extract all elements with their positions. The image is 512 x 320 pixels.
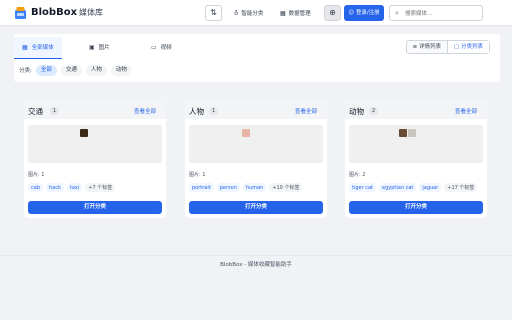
tab-videos-label: 视频 xyxy=(160,45,172,51)
tag[interactable]: human xyxy=(242,183,267,192)
add-button[interactable]: ⊕ xyxy=(324,5,341,21)
tag-list: portrait person human +10 个标签 xyxy=(189,183,305,192)
filter-chip-traffic[interactable]: 交通 xyxy=(60,64,82,76)
thumbnail-image[interactable] xyxy=(399,129,407,137)
footer-divider xyxy=(0,255,512,256)
thumbnail-strip xyxy=(28,125,162,163)
search-box[interactable]: ⌕ xyxy=(389,5,483,21)
brand-title[interactable]: BlobBox 媒体库 xyxy=(31,7,103,18)
category-card-traffic: 交通 1 查看全部 图片: 1 cab hack taxi +7 个标签 打开分… xyxy=(24,101,166,218)
media-tabs-panel: ▦ 全部媒体 ▣ 图片 ▭ 视频 ≡ 详情列表 ▢ 分类列表 分类: 全部 交通 人物… xyxy=(14,34,500,82)
logo-box-icon xyxy=(15,7,26,19)
category-card-people: 人物 1 查看全部 图片: 1 portrait person human +1… xyxy=(185,101,327,218)
tab-all-media-label: 全部媒体 xyxy=(31,45,54,51)
lightbulb-icon: ♁ xyxy=(234,10,239,17)
category-filter: 分类: 全部 交通 人物 动物 xyxy=(19,64,136,76)
card-header: 人物 1 查看全部 xyxy=(185,101,327,119)
open-category-button[interactable]: 打开分类 xyxy=(28,201,162,214)
grid-icon: ▦ xyxy=(22,44,28,51)
top-header: BlobBox 媒体库 ⇅ ♁ 智能分类 ▦ 数据管理 ⊕ ☺ 登录/注册 ⌕ xyxy=(0,0,512,26)
tag[interactable]: portrait xyxy=(189,183,214,192)
thumbnail-image[interactable] xyxy=(80,129,88,137)
more-tags-badge: +10 个标签 xyxy=(269,183,303,192)
tab-images-label: 图片 xyxy=(98,45,110,51)
image-icon: ▣ xyxy=(89,44,95,51)
card-header: 交通 1 查看全部 xyxy=(24,101,166,119)
card-title: 动物 xyxy=(349,107,364,116)
user-icon: ☺ xyxy=(348,10,355,16)
category-card-animals: 动物 2 查看全部 图片: 2 tiger cat egyptian cat j… xyxy=(345,101,487,218)
more-tags-badge: +17 个标签 xyxy=(444,183,478,192)
category-list-button[interactable]: ▢ 分类列表 xyxy=(447,41,489,53)
card-header: 动物 2 查看全部 xyxy=(345,101,487,119)
open-category-button[interactable]: 打开分类 xyxy=(349,201,483,214)
detail-list-button[interactable]: ≡ 详情列表 xyxy=(407,41,447,53)
card-count-badge: 1 xyxy=(209,107,219,115)
grid-icon: ▦ xyxy=(280,10,286,17)
filter-chip-people[interactable]: 人物 xyxy=(85,64,107,76)
tag[interactable]: cab xyxy=(28,183,43,192)
tab-images[interactable]: ▣ 图片 xyxy=(89,37,110,59)
list-icon: ≡ xyxy=(412,44,418,50)
thumbnail-strip xyxy=(349,125,483,163)
plus-circle-icon: ⊕ xyxy=(329,8,336,17)
tab-videos[interactable]: ▭ 视频 xyxy=(151,37,172,59)
nav-data-management-label: 数据管理 xyxy=(288,11,311,17)
view-all-link[interactable]: 查看全部 xyxy=(295,107,317,115)
nav-smart-classify-label: 智能分类 xyxy=(241,11,264,17)
category-list-label: 分类列表 xyxy=(460,44,483,50)
thumbnail-strip xyxy=(189,125,323,163)
tag[interactable]: person xyxy=(216,183,240,192)
detail-list-label: 详情列表 xyxy=(419,44,442,50)
search-icon: ⌕ xyxy=(395,9,399,17)
tag[interactable]: hack xyxy=(46,183,64,192)
thumbnail-image[interactable] xyxy=(242,129,250,137)
view-all-link[interactable]: 查看全部 xyxy=(455,107,477,115)
tag[interactable]: tiger cat xyxy=(349,183,377,192)
card-title: 人物 xyxy=(189,107,204,116)
image-count: 图片: 2 xyxy=(349,172,366,178)
filter-label: 分类: xyxy=(19,68,32,74)
filter-chip-all[interactable]: 全部 xyxy=(35,64,57,76)
card-count-badge: 2 xyxy=(369,107,379,115)
tag-list: tiger cat egyptian cat jaguar +17 个标签 xyxy=(349,183,480,192)
image-count: 图片: 1 xyxy=(28,172,45,178)
card-title: 交通 xyxy=(28,107,43,116)
tag[interactable]: egyptian cat xyxy=(379,183,417,192)
view-toggle: ≡ 详情列表 ▢ 分类列表 xyxy=(405,40,490,54)
sort-arrows-icon: ⇅ xyxy=(210,8,217,17)
tab-all-media[interactable]: ▦ 全部媒体 xyxy=(14,37,62,59)
tag[interactable]: taxi xyxy=(66,183,83,192)
thumbnail-image[interactable] xyxy=(408,129,416,137)
folder-icon: ▢ xyxy=(454,44,460,50)
nav-data-management[interactable]: ▦ 数据管理 xyxy=(280,9,311,17)
search-input[interactable] xyxy=(405,8,479,19)
brand-name: BlobBox xyxy=(31,7,78,18)
nav-smart-classify[interactable]: ♁ 智能分类 xyxy=(234,9,263,17)
image-count: 图片: 1 xyxy=(189,172,206,178)
video-icon: ▭ xyxy=(151,44,157,51)
login-label: 登录/注册 xyxy=(355,10,380,16)
footer-text: BlobBox - 媒体收藏智能助手 xyxy=(220,262,292,268)
view-all-link[interactable]: 查看全部 xyxy=(134,107,156,115)
open-category-button[interactable]: 打开分类 xyxy=(189,201,323,214)
card-count-badge: 1 xyxy=(50,107,60,115)
sort-toggle-button[interactable]: ⇅ xyxy=(205,5,222,21)
tag[interactable]: jaguar xyxy=(419,183,442,192)
login-button[interactable]: ☺ 登录/注册 xyxy=(344,5,384,21)
more-tags-badge: +7 个标签 xyxy=(85,183,116,192)
tag-list: cab hack taxi +7 个标签 xyxy=(28,183,118,192)
brand-subtitle: 媒体库 xyxy=(79,8,104,17)
filter-chip-animals[interactable]: 动物 xyxy=(110,64,132,76)
